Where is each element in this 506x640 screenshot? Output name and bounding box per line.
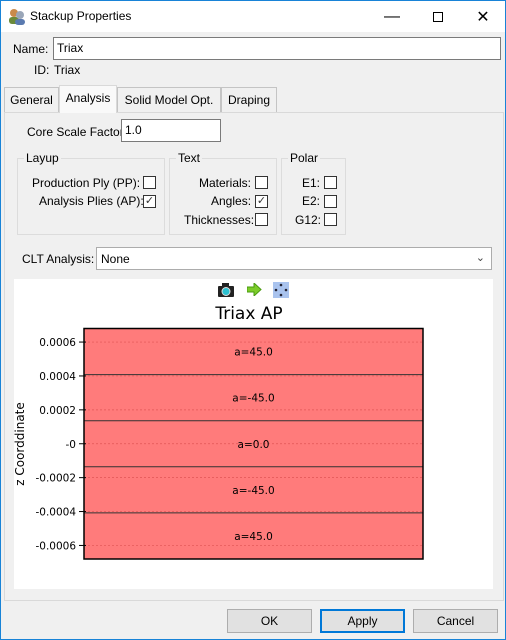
y-tick-label: -0.0006 — [35, 540, 76, 552]
clt-analysis-select[interactable]: None ⌄ — [96, 247, 492, 270]
tab-analysis[interactable]: Analysis — [59, 85, 117, 113]
materials-checkbox[interactable] — [255, 176, 268, 189]
ply-label: a=-45.0 — [232, 485, 274, 497]
analysis-plies-label: Analysis Plies (AP): — [39, 194, 144, 208]
y-tick-label: 0.0002 — [39, 405, 76, 417]
e2-label: E2: — [302, 194, 321, 208]
text-group-title: Text — [176, 151, 203, 165]
thicknesses-checkbox[interactable] — [255, 213, 268, 226]
analysis-plies-checkbox[interactable]: ✓ — [143, 195, 156, 208]
ply-label: a=0.0 — [238, 439, 270, 451]
apply-button[interactable]: Apply — [320, 609, 405, 633]
materials-label: Materials: — [199, 176, 252, 190]
stackup-properties-dialog: Stackup Properties — ✕ Name: Triax ID: T… — [0, 0, 506, 640]
stackup-chart: Triax AP z Coorddinate 0.0006 0.0004 0.000… — [14, 304, 424, 560]
production-ply-label: Production Ply (PP): — [32, 176, 141, 190]
maximize-button[interactable] — [415, 1, 461, 32]
e1-checkbox[interactable] — [324, 176, 337, 189]
e2-checkbox[interactable] — [324, 195, 337, 208]
ok-button[interactable]: OK — [227, 609, 312, 633]
angles-label: Angles: — [211, 194, 252, 208]
y-axis-label: z Coorddinate — [14, 402, 27, 486]
maximize-icon — [433, 11, 443, 22]
minimize-icon: — — [384, 7, 400, 25]
close-button[interactable]: ✕ — [460, 1, 506, 32]
ply-label: a=-45.0 — [232, 393, 274, 405]
thicknesses-label: Thicknesses: — [184, 213, 255, 227]
chevron-down-icon: ⌄ — [475, 252, 485, 264]
y-tick-label: -0.0002 — [35, 473, 76, 485]
g12-label: G12: — [295, 213, 322, 227]
name-label: Name: — [13, 42, 49, 56]
angles-checkbox[interactable]: ✓ — [255, 195, 268, 208]
title-bar: Stackup Properties — ✕ — [1, 1, 505, 32]
chart-panel: Triax AP z Coorddinate 0.0006 0.0004 0.000… — [14, 279, 493, 589]
y-tick-label: -0.0004 — [35, 507, 76, 519]
id-label: ID: — [34, 63, 50, 77]
checkmark-icon: ✓ — [144, 195, 155, 207]
y-tick-label: 0.0004 — [39, 371, 76, 383]
polar-group-title: Polar — [288, 151, 321, 165]
tab-general[interactable]: General — [4, 87, 59, 112]
ply-label: a=45.0 — [234, 531, 273, 543]
cancel-button[interactable]: Cancel — [413, 609, 498, 633]
clt-analysis-label: CLT Analysis: — [22, 252, 95, 266]
g12-checkbox[interactable] — [324, 213, 337, 226]
y-tick-label: 0.0006 — [39, 337, 76, 349]
production-ply-checkbox[interactable] — [143, 176, 156, 189]
y-tick-label: -0 — [66, 439, 76, 451]
close-icon: ✕ — [476, 8, 490, 26]
layup-group-title: Layup — [24, 151, 61, 165]
core-scale-factor-input[interactable]: 1.0 — [121, 119, 221, 142]
checkmark-icon: ✓ — [256, 195, 267, 207]
id-value: Triax — [54, 63, 81, 77]
ply-label: a=45.0 — [234, 347, 273, 359]
e1-label: E1: — [302, 176, 321, 190]
chart-title: Triax AP — [214, 304, 282, 324]
stackup-users-icon — [9, 9, 25, 25]
tab-draping[interactable]: Draping — [221, 87, 277, 112]
tab-solid-model-opt[interactable]: Solid Model Opt. — [117, 87, 221, 112]
name-input[interactable]: Triax — [53, 37, 501, 60]
minimize-button[interactable]: — — [369, 1, 415, 32]
window-title: Stackup Properties — [30, 9, 132, 23]
clt-analysis-value: None — [101, 252, 130, 266]
core-scale-factor-label: Core Scale Factor: — [27, 125, 128, 139]
